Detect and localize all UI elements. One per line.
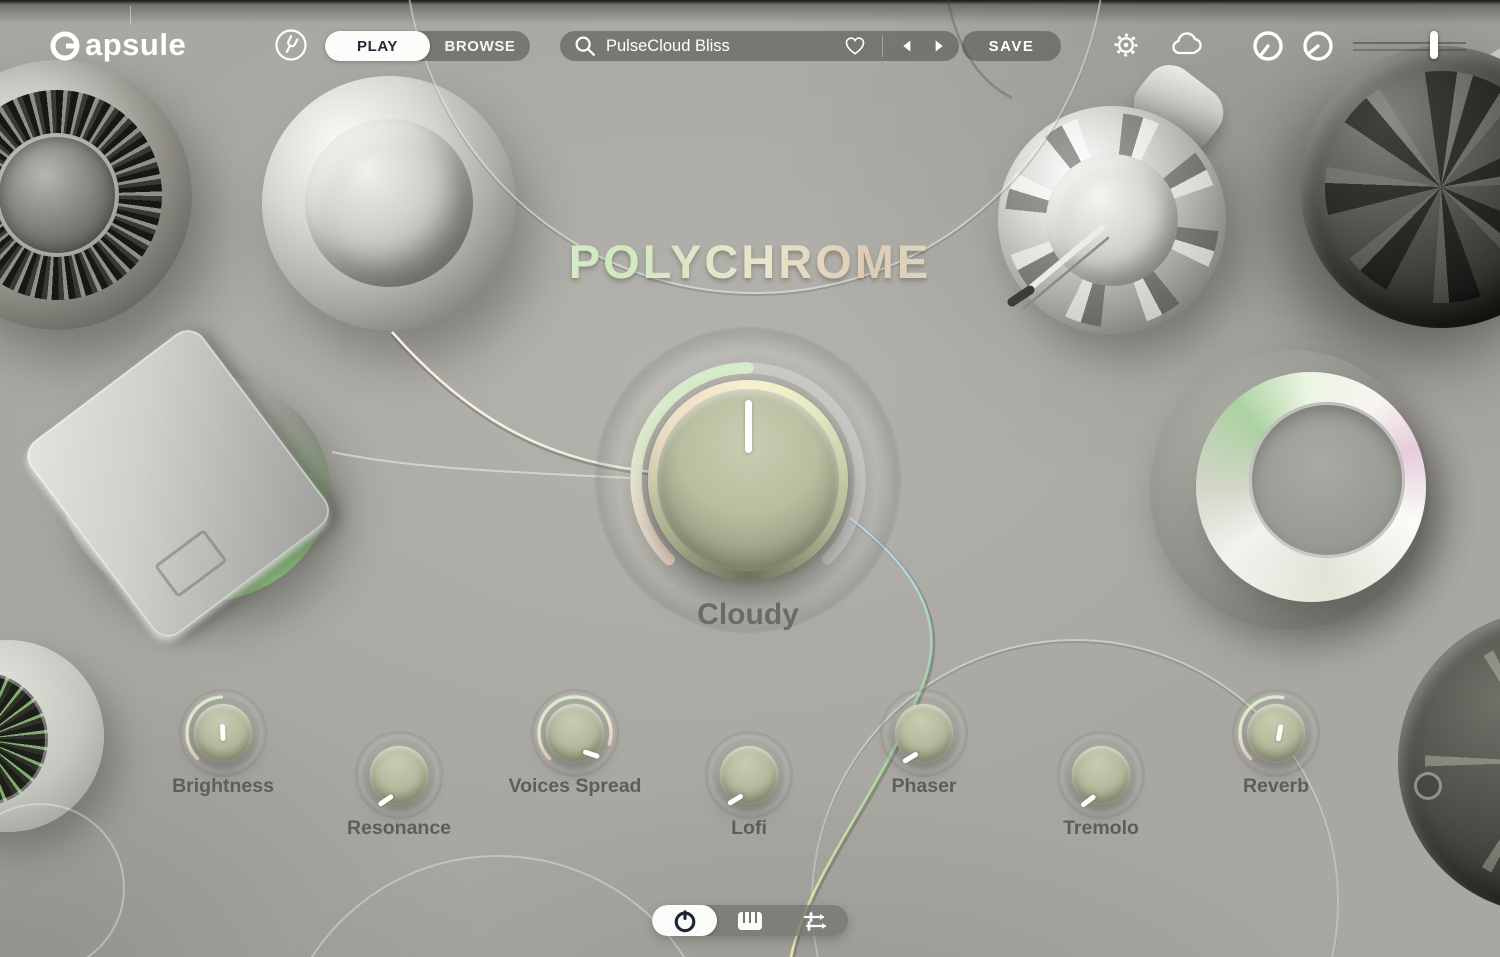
preset-name[interactable]: PulseCloud Bliss [606, 37, 834, 56]
tab-play[interactable]: PLAY [325, 31, 430, 61]
view-toggle-knobs[interactable] [652, 905, 717, 936]
knob-dial[interactable] [895, 704, 953, 762]
knob-phaser[interactable]: Phaser [880, 689, 968, 809]
logo-text: apsule [85, 27, 186, 63]
deco-screw [1414, 772, 1442, 800]
deco-fluted-knob [262, 76, 516, 330]
cloud-icon[interactable] [1170, 31, 1204, 59]
favorite-heart-icon[interactable] [842, 33, 868, 59]
tuning-fork-button[interactable] [274, 28, 308, 62]
knob-label: Lofi [731, 817, 767, 840]
plugin-window: apsule PLAY BROWSE PulseCloud Bliss [0, 0, 1500, 957]
macro-knob-a-icon[interactable] [1251, 29, 1285, 63]
knob-dial[interactable] [370, 746, 428, 804]
deco-ribbed-knob-top-left [0, 60, 192, 330]
view-toggle-divider [130, 6, 131, 25]
divider [882, 35, 883, 57]
volume-slider-track-shadow [1353, 49, 1466, 51]
knob-label: Reverb [1243, 775, 1309, 798]
preset-browser-bar[interactable]: PulseCloud Bliss [560, 31, 959, 61]
tuning-fork-icon [274, 28, 308, 62]
view-toggle-keyboard[interactable] [717, 905, 782, 936]
instrument-title: POLYCHROME [0, 234, 1500, 289]
knob-pointer [219, 724, 225, 749]
window-top-shade [0, 0, 1500, 26]
volume-slider-track[interactable] [1353, 42, 1466, 44]
volume-handle[interactable] [1430, 31, 1438, 59]
macro-knob-cloudy[interactable]: Cloudy [620, 352, 876, 608]
knob-dial[interactable] [720, 746, 778, 804]
deco-pointer-knob [50, 360, 342, 616]
knob-brightness[interactable]: Brightness [179, 689, 267, 809]
sliders-view-icon [799, 907, 831, 935]
knob-label: Phaser [891, 775, 956, 798]
mode-toggle: PLAY BROWSE [325, 31, 530, 61]
knob-view-icon [671, 907, 699, 935]
tab-browse[interactable]: BROWSE [430, 31, 530, 61]
knob-label: Voices Spread [509, 775, 642, 798]
macro-knob-pointer [745, 400, 752, 480]
gear-icon[interactable] [1111, 29, 1141, 61]
save-button[interactable]: SAVE [962, 31, 1061, 61]
knob-resonance[interactable]: Resonance [355, 731, 443, 851]
knob-label: Tremolo [1063, 817, 1139, 840]
knob-label: Brightness [172, 775, 274, 798]
view-toggle [652, 905, 848, 936]
deco-dark-knob-bottom-right [1398, 610, 1500, 914]
knob-dial[interactable] [1072, 746, 1130, 804]
prev-preset-button[interactable] [897, 35, 919, 57]
macro-knob-label: Cloudy [697, 598, 799, 632]
knob-voices-spread[interactable]: Voices Spread [531, 689, 619, 809]
keyboard-view-icon [734, 907, 766, 935]
view-toggle-settings[interactable] [782, 905, 847, 936]
next-preset-button[interactable] [927, 35, 949, 57]
search-icon [572, 33, 598, 59]
macro-knob-b-icon[interactable] [1301, 29, 1335, 63]
capsule-logo: apsule [47, 23, 186, 67]
capsule-logo-icon [47, 27, 83, 63]
deco-star-knob [998, 106, 1226, 334]
deco-chrome-knob-right [1196, 372, 1426, 602]
knob-tremolo[interactable]: Tremolo [1057, 731, 1145, 851]
knob-lofi[interactable]: Lofi [705, 731, 793, 851]
knob-label: Resonance [347, 817, 451, 840]
knob-reverb[interactable]: Reverb [1232, 689, 1320, 809]
